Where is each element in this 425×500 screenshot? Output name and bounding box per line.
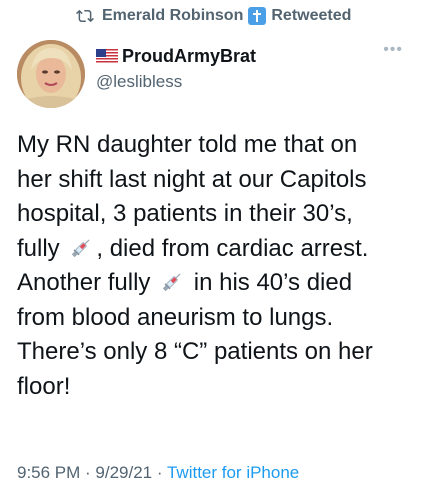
avatar[interactable]: [17, 40, 85, 108]
tweet-text-fragment: in his 40’s died: [187, 269, 353, 296]
meta-separator: ·: [152, 463, 167, 482]
tweet-line: fully , died from cardiac arrest.: [17, 232, 417, 267]
tweet-meta: 9:56 PM · 9/29/21 · Twitter for iPhone: [17, 463, 299, 483]
tweet-text-fragment: Another fully: [17, 269, 151, 296]
tweet-line: My RN daughter told me that on: [17, 131, 358, 158]
retweeted-label: Retweeted: [271, 7, 352, 24]
tweet-text-fragment: , died from cardiac arrest.: [96, 234, 369, 262]
display-name[interactable]: ProudArmyBrat: [122, 46, 256, 67]
tweet-line: Another fully in his 40’s died: [17, 266, 417, 301]
more-icon[interactable]: •••: [383, 42, 403, 58]
tweet-line: There’s only 8 “C” patients on her: [17, 338, 373, 365]
author-name-row[interactable]: ProudArmyBrat: [96, 46, 256, 67]
retweet-icon: [76, 7, 94, 25]
retweet-context: Emerald Robinson Retweeted: [76, 4, 351, 28]
tweet-text-fragment: fully: [17, 234, 60, 262]
tweet-line: her shift last night at our Capitols: [17, 165, 367, 193]
author-handle[interactable]: @leslibless: [96, 72, 182, 92]
retweeter-name[interactable]: Emerald Robinson: [102, 7, 243, 25]
tweet-card: Emerald Robinson Retweeted ProudArmyBrat…: [0, 0, 425, 500]
syringe-icon: [159, 269, 185, 295]
tweet-line: hospital, 3 patients in their 30’s,: [17, 200, 353, 227]
tweet-line: from blood aneurism to lungs.: [17, 303, 334, 331]
cross-icon: [248, 7, 267, 25]
tweet-date[interactable]: 9/29/21: [95, 463, 152, 482]
us-flag-icon: [96, 49, 118, 64]
tweet-time[interactable]: 9:56 PM: [17, 463, 80, 482]
tweet-source-link[interactable]: Twitter for iPhone: [167, 463, 299, 482]
syringe-icon: [68, 235, 94, 261]
tweet-line: floor!: [17, 372, 71, 400]
tweet-text: My RN daughter told me that on her shift…: [17, 128, 417, 404]
meta-separator: ·: [80, 463, 96, 482]
